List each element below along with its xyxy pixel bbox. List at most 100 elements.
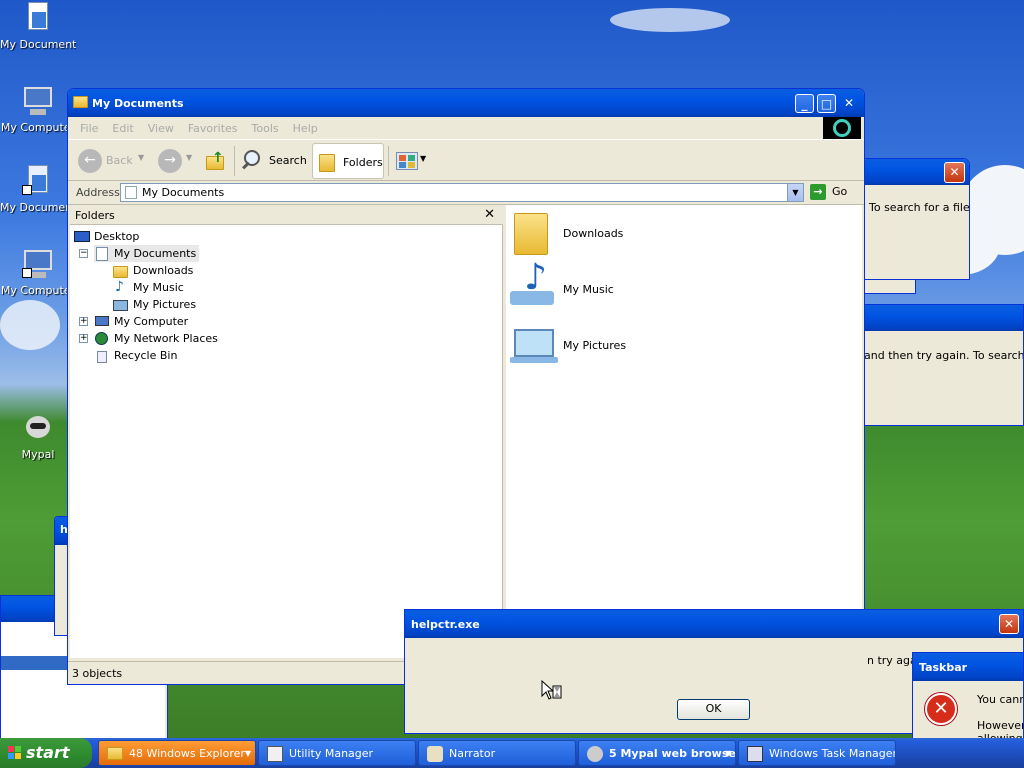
close-button[interactable]: ✕ bbox=[839, 94, 859, 113]
dialog-title: helpctr.exe bbox=[411, 618, 480, 631]
item-my-music[interactable]: ♪ My Music bbox=[510, 257, 640, 313]
explorer-window[interactable]: My Documents _ □ ✕ File Edit View Favorites… bbox=[67, 88, 865, 685]
start-button[interactable]: start bbox=[0, 738, 92, 768]
my-computer-icon bbox=[94, 315, 110, 329]
separator bbox=[388, 146, 389, 176]
tree-label: My Pictures bbox=[133, 298, 197, 311]
task-utility-manager[interactable]: Utility Manager bbox=[258, 740, 416, 766]
tree-label: Desktop bbox=[94, 230, 140, 243]
tree-item-my-network-places[interactable]: My Network Places bbox=[94, 330, 218, 347]
cloud bbox=[0, 300, 60, 350]
tree-item-my-computer[interactable]: My Computer bbox=[94, 313, 188, 330]
tree-item-my-music[interactable]: ♪ My Music bbox=[113, 279, 184, 296]
menu-view[interactable]: View bbox=[148, 122, 174, 135]
go-label: Go bbox=[832, 185, 848, 198]
tree-item-my-documents[interactable]: My Documents bbox=[94, 245, 200, 262]
folders-button[interactable]: Folders bbox=[312, 143, 384, 179]
ok-button[interactable]: OK bbox=[677, 699, 750, 720]
expand-toggle[interactable]: + bbox=[79, 334, 88, 343]
menu-help[interactable]: Help bbox=[293, 122, 318, 135]
task-mypal-web-browser[interactable]: 5 Mypal web browser ▼ bbox=[578, 740, 736, 766]
title-bar: My Documents _ □ ✕ bbox=[68, 89, 864, 117]
address-value: My Documents bbox=[142, 186, 225, 199]
expand-toggle[interactable]: + bbox=[79, 317, 88, 326]
minimize-button[interactable]: _ bbox=[795, 94, 814, 113]
mypal-icon bbox=[22, 412, 54, 444]
task-windows-explorer[interactable]: 48 Windows Explorer ▼ bbox=[98, 740, 256, 766]
my-documents-icon bbox=[94, 247, 110, 261]
background-dialog-error[interactable]: and then try again. To search for a bbox=[860, 304, 1024, 426]
tree-label: Downloads bbox=[133, 264, 194, 277]
music-note-icon: ♪ bbox=[115, 279, 124, 295]
views-icon bbox=[396, 152, 418, 170]
address-label: Address bbox=[76, 186, 120, 199]
tree-label: My Music bbox=[133, 281, 184, 294]
pictures-base bbox=[510, 357, 558, 363]
tree-item-recycle-bin[interactable]: Recycle Bin bbox=[94, 347, 177, 364]
views-dropdown-icon: ▼ bbox=[420, 154, 427, 163]
background-dialog-edge bbox=[860, 280, 916, 294]
task-narrator[interactable]: Narrator bbox=[418, 740, 576, 766]
desktop-icon-my-computer-shortcut[interactable]: My Computer bbox=[0, 248, 76, 297]
desktop-icon-my-documents-shortcut[interactable]: My Documents bbox=[0, 165, 76, 214]
my-documents-icon bbox=[22, 2, 54, 34]
title-bar: helpctr.exe ✕ bbox=[405, 610, 1023, 638]
menu-bar: File Edit View Favorites Tools Help bbox=[80, 122, 332, 135]
taskbar-error-dialog[interactable]: Taskbar ✕ You cann However, allowing y bbox=[912, 652, 1024, 742]
close-pane-icon[interactable]: ✕ bbox=[484, 207, 495, 222]
background-dialog-search[interactable]: ✕ To search for a file, bbox=[860, 158, 970, 280]
desktop-icon-my-computer[interactable]: My Computer bbox=[0, 85, 76, 134]
back-dropdown-icon[interactable]: ▼ bbox=[138, 153, 144, 162]
back-button-label[interactable]: Back bbox=[106, 154, 133, 167]
task-windows-task-manager[interactable]: Windows Task Manager bbox=[738, 740, 896, 766]
go-arrow-icon: → bbox=[810, 184, 826, 200]
folder-icon bbox=[514, 213, 548, 255]
error-icon: ✕ bbox=[925, 693, 957, 725]
folders-pane-header: Folders ✕ bbox=[70, 205, 503, 225]
address-bar: Address My Documents ▼ → Go bbox=[68, 181, 864, 205]
close-button[interactable]: ✕ bbox=[944, 162, 965, 183]
item-downloads[interactable]: Downloads bbox=[510, 209, 640, 257]
menu-tools[interactable]: Tools bbox=[252, 122, 279, 135]
pictures-icon bbox=[514, 329, 554, 357]
up-folder-icon[interactable]: ↑ bbox=[204, 150, 226, 172]
forward-arrow-icon[interactable]: → bbox=[158, 149, 182, 173]
tree-item-my-pictures[interactable]: My Pictures bbox=[113, 296, 196, 313]
mypal-icon bbox=[587, 746, 603, 762]
address-dropdown-button[interactable]: ▼ bbox=[787, 184, 803, 201]
desktop-icon bbox=[74, 230, 90, 244]
folder-icon bbox=[107, 747, 123, 760]
menu-edit[interactable]: Edit bbox=[112, 122, 133, 135]
content-pane: Downloads ♪ My Music My Pictures bbox=[506, 205, 862, 658]
narrator-icon bbox=[427, 746, 443, 762]
title-bar bbox=[861, 305, 1023, 331]
item-my-pictures[interactable]: My Pictures bbox=[510, 321, 640, 371]
task-label: 5 Mypal web browser bbox=[609, 747, 736, 760]
close-button[interactable]: ✕ bbox=[999, 614, 1019, 634]
views-button[interactable]: ▼ bbox=[396, 150, 430, 172]
tree-item-downloads[interactable]: Downloads bbox=[113, 262, 193, 279]
toolbar: ← Back ▼ → ▼ ↑ Search Folders ▼ bbox=[68, 139, 864, 181]
tree-label: Recycle Bin bbox=[114, 349, 178, 362]
utility-manager-icon bbox=[267, 746, 283, 762]
menu-file[interactable]: File bbox=[80, 122, 98, 135]
forward-dropdown-icon[interactable]: ▼ bbox=[186, 153, 192, 162]
search-button[interactable]: Search bbox=[242, 148, 312, 174]
desktop-icon-my-documents[interactable]: My Documents bbox=[0, 2, 76, 51]
search-label: Search bbox=[269, 154, 307, 167]
tree-item-desktop[interactable]: Desktop bbox=[74, 228, 139, 245]
back-arrow-icon[interactable]: ← bbox=[78, 149, 102, 173]
network-globe-icon bbox=[94, 332, 110, 346]
collapse-toggle[interactable]: − bbox=[79, 249, 88, 258]
item-label: My Pictures bbox=[563, 339, 627, 352]
maximize-button[interactable]: □ bbox=[817, 94, 836, 113]
go-button[interactable]: → Go bbox=[808, 183, 858, 202]
recycle-bin-icon bbox=[94, 349, 110, 363]
tree-label: My Computer bbox=[114, 315, 189, 328]
address-input[interactable]: My Documents ▼ bbox=[120, 183, 804, 202]
menu-favorites[interactable]: Favorites bbox=[188, 122, 238, 135]
desktop-icon-mypal[interactable]: Mypal bbox=[0, 412, 76, 461]
title-bar: ✕ bbox=[861, 159, 969, 185]
pictures-icon bbox=[113, 298, 129, 312]
cloud bbox=[610, 8, 730, 32]
